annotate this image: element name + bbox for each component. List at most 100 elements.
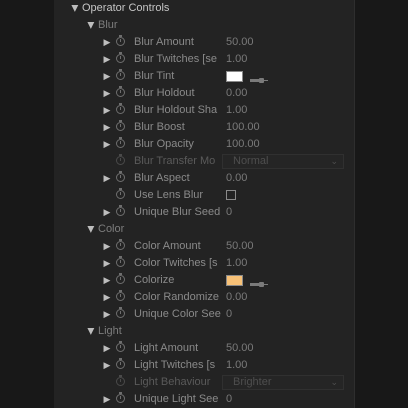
property-row-blur-twitches-se: ▶ Blur Twitches [se 1.00 bbox=[54, 51, 354, 68]
chevron-right-icon[interactable]: ▶ bbox=[67, 4, 84, 14]
chevron-right-icon[interactable]: ▶ bbox=[102, 391, 112, 408]
property-label: Use Lens Blur bbox=[134, 189, 204, 201]
property-label: Blur Holdout Sha bbox=[134, 104, 218, 116]
stopwatch-icon[interactable] bbox=[116, 358, 125, 369]
property-row-blur-holdout-sha: ▶ Blur Holdout Sha 1.00 bbox=[54, 102, 354, 119]
chevron-right-icon[interactable]: ▶ bbox=[102, 272, 112, 289]
stopwatch-icon[interactable] bbox=[116, 137, 125, 148]
stopwatch-icon[interactable] bbox=[116, 290, 125, 301]
property-row-blur-aspect: ▶ Blur Aspect 0.00 bbox=[54, 170, 354, 187]
color-swatch[interactable] bbox=[226, 71, 243, 82]
chevron-right-icon[interactable]: ▶ bbox=[102, 238, 112, 255]
group-color: ▶ Color ▶ Color Amount 50.00 ▶ Color Twitches … bbox=[54, 221, 354, 323]
property-value[interactable]: 50.00 bbox=[226, 340, 254, 357]
property-row-colorize: ▶ Colorize bbox=[54, 272, 354, 289]
property-value[interactable]: 0 bbox=[226, 306, 232, 323]
group-light: ▶ Light ▶ Light Amount 50.00 ▶ Light Twitches … bbox=[54, 323, 354, 408]
group-header-color[interactable]: ▶ Color bbox=[54, 221, 354, 238]
chevron-right-icon[interactable]: ▶ bbox=[102, 255, 112, 272]
group-label: Light bbox=[98, 325, 122, 337]
property-row-light-amount: ▶ Light Amount 50.00 bbox=[54, 340, 354, 357]
stopwatch-icon[interactable] bbox=[116, 69, 125, 80]
section-title: Operator Controls bbox=[82, 2, 170, 14]
chevron-right-icon[interactable]: ▶ bbox=[102, 357, 112, 374]
property-value[interactable]: 0 bbox=[226, 391, 232, 408]
chevron-right-icon[interactable]: ▶ bbox=[83, 21, 100, 31]
property-row-unique-blur-seed: ▶ Unique Blur Seed 0 bbox=[54, 204, 354, 221]
property-label: Blur Boost bbox=[134, 121, 185, 133]
group-blur: ▶ Blur ▶ Blur Amount 50.00 ▶ Blur Twitches [se… bbox=[54, 17, 354, 221]
stopwatch-icon[interactable] bbox=[116, 392, 125, 403]
property-row-unique-light-see: ▶ Unique Light See 0 bbox=[54, 391, 354, 408]
property-value[interactable]: 1.00 bbox=[226, 357, 247, 374]
stopwatch-icon[interactable] bbox=[116, 86, 125, 97]
stopwatch-icon[interactable] bbox=[116, 35, 125, 46]
property-label: Color Twitches [s bbox=[134, 257, 218, 269]
property-value[interactable]: 1.00 bbox=[226, 102, 247, 119]
property-label: Color Randomize bbox=[134, 291, 219, 303]
property-value[interactable]: 50.00 bbox=[226, 34, 254, 51]
stopwatch-icon[interactable] bbox=[116, 171, 125, 182]
chevron-right-icon[interactable]: ▶ bbox=[102, 306, 112, 323]
property-label: Light Twitches [s bbox=[134, 359, 216, 371]
group-header-light[interactable]: ▶ Light bbox=[54, 323, 354, 340]
chevron-right-icon[interactable]: ▶ bbox=[83, 327, 100, 337]
property-value[interactable]: 0.00 bbox=[226, 289, 247, 306]
chevron-right-icon[interactable]: ▶ bbox=[102, 204, 112, 221]
property-value[interactable]: 0 bbox=[226, 204, 232, 221]
dropdown-select: Normal ⌄ bbox=[222, 154, 344, 169]
stopwatch-icon[interactable] bbox=[116, 307, 125, 318]
color-swatch[interactable] bbox=[226, 275, 243, 286]
stopwatch-icon[interactable] bbox=[116, 256, 125, 267]
property-value[interactable]: 100.00 bbox=[226, 136, 260, 153]
property-label: Colorize bbox=[134, 274, 175, 286]
chevron-right-icon[interactable]: ▶ bbox=[102, 51, 112, 68]
chevron-right-icon[interactable]: ▶ bbox=[102, 340, 112, 357]
checkbox[interactable] bbox=[226, 190, 236, 200]
chevron-right-icon[interactable]: ▶ bbox=[102, 119, 112, 136]
dropdown-select: Brighter ⌄ bbox=[222, 375, 344, 390]
property-value[interactable]: 1.00 bbox=[226, 255, 247, 272]
property-row-blur-boost: ▶ Blur Boost 100.00 bbox=[54, 119, 354, 136]
property-row-light-twitches-s: ▶ Light Twitches [s 1.00 bbox=[54, 357, 354, 374]
property-label: Blur Holdout bbox=[134, 87, 195, 99]
group-header-blur[interactable]: ▶ Blur bbox=[54, 17, 354, 34]
stopwatch-icon[interactable] bbox=[116, 205, 125, 216]
property-row-color-randomize: ▶ Color Randomize 0.00 bbox=[54, 289, 354, 306]
chevron-right-icon[interactable]: ▶ bbox=[102, 289, 112, 306]
property-label: Unique Color See bbox=[134, 308, 221, 320]
property-row-blur-transfer-mo: Blur Transfer Mo Normal ⌄ bbox=[54, 153, 354, 170]
stopwatch-icon[interactable] bbox=[116, 341, 125, 352]
eyedropper-icon[interactable] bbox=[250, 73, 268, 83]
property-value[interactable]: 100.00 bbox=[226, 119, 260, 136]
chevron-right-icon[interactable]: ▶ bbox=[83, 225, 100, 235]
property-row-unique-color-see: ▶ Unique Color See 0 bbox=[54, 306, 354, 323]
chevron-right-icon[interactable]: ▶ bbox=[102, 136, 112, 153]
property-row-blur-opacity: ▶ Blur Opacity 100.00 bbox=[54, 136, 354, 153]
property-value[interactable]: 50.00 bbox=[226, 238, 254, 255]
property-label: Light Behaviour bbox=[134, 376, 211, 388]
stopwatch-icon[interactable] bbox=[116, 239, 125, 250]
group-label: Blur bbox=[98, 19, 118, 31]
property-value[interactable]: 0.00 bbox=[226, 170, 247, 187]
stopwatch-icon[interactable] bbox=[116, 52, 125, 63]
property-label: Unique Blur Seed bbox=[134, 206, 221, 218]
property-row-use-lens-blur: Use Lens Blur bbox=[54, 187, 354, 204]
chevron-down-icon: ⌄ bbox=[330, 156, 338, 166]
eyedropper-icon[interactable] bbox=[250, 277, 268, 287]
property-label: Blur Opacity bbox=[134, 138, 194, 150]
chevron-right-icon[interactable]: ▶ bbox=[102, 170, 112, 187]
stopwatch-icon[interactable] bbox=[116, 120, 125, 131]
chevron-right-icon[interactable]: ▶ bbox=[102, 85, 112, 102]
chevron-right-icon[interactable]: ▶ bbox=[102, 102, 112, 119]
stopwatch-icon[interactable] bbox=[116, 273, 125, 284]
property-value[interactable]: 1.00 bbox=[226, 51, 247, 68]
chevron-right-icon[interactable]: ▶ bbox=[102, 34, 112, 51]
chevron-right-icon[interactable]: ▶ bbox=[102, 68, 112, 85]
chevron-down-icon: ⌄ bbox=[330, 377, 338, 387]
operator-controls-header[interactable]: ▶ Operator Controls bbox=[54, 0, 354, 17]
property-value[interactable]: 0.00 bbox=[226, 85, 247, 102]
dropdown-value: Normal bbox=[233, 155, 269, 167]
stopwatch-icon[interactable] bbox=[116, 188, 125, 199]
stopwatch-icon[interactable] bbox=[116, 103, 125, 114]
